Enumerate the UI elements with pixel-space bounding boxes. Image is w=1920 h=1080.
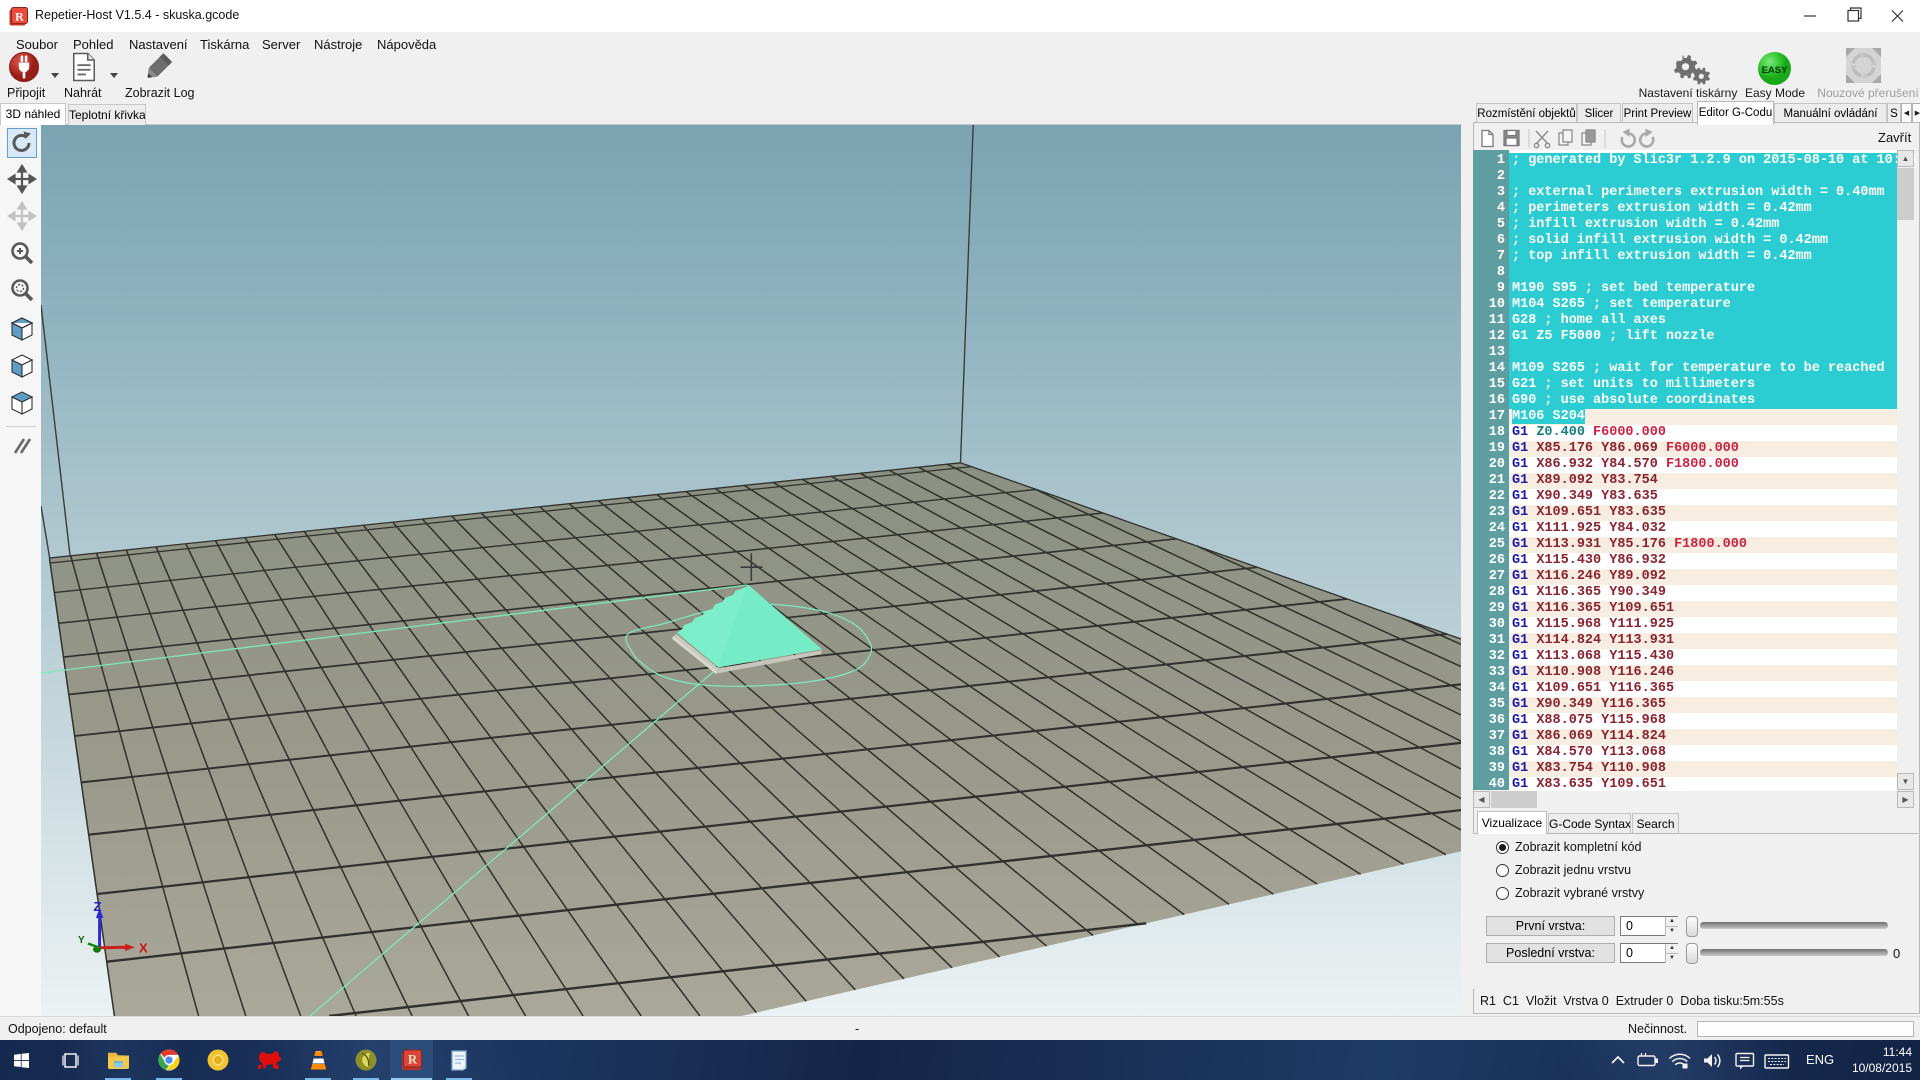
- svg-text:R: R: [408, 1053, 418, 1067]
- svg-text:Y: Y: [78, 935, 85, 946]
- svg-text:X: X: [139, 941, 148, 956]
- svg-text:EASY: EASY: [1762, 65, 1789, 76]
- svg-text:R: R: [15, 10, 24, 24]
- svg-text:Z: Z: [94, 899, 102, 914]
